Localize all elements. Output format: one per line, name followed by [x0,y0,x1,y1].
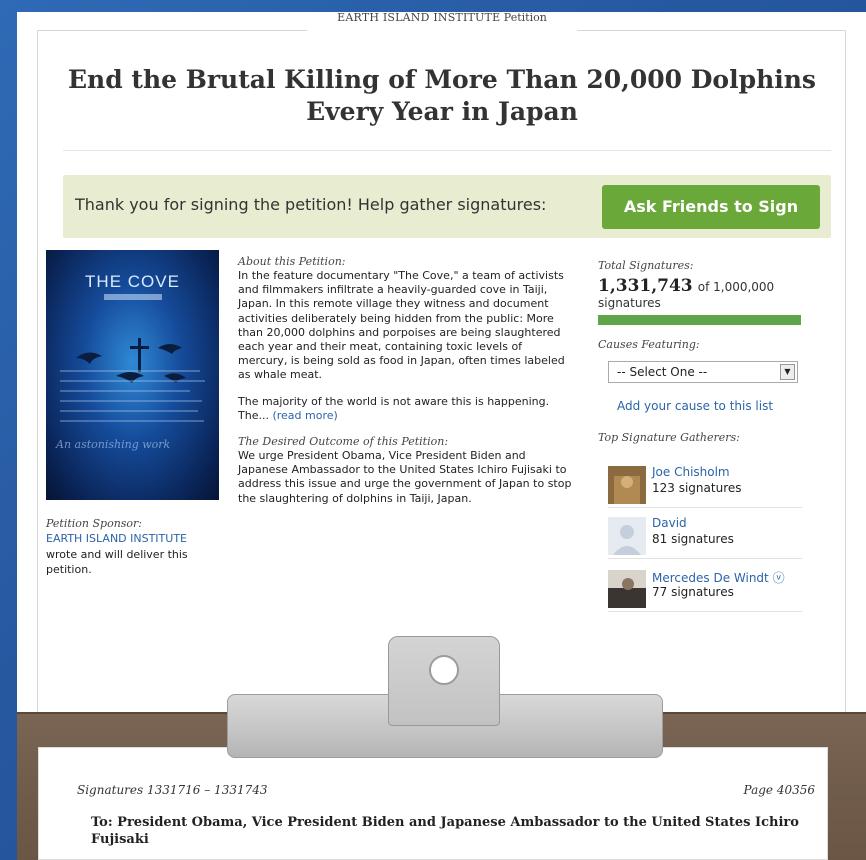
about-label: About this Petition: [238,255,346,268]
signature-sheet: Signatures 1331716 – 1331743 Page 40356 … [38,747,828,860]
gatherer-name[interactable]: David [652,516,687,530]
page-title: End the Brutal Killing of More Than 20,0… [67,65,816,126]
recipients: To: President Obama, Vice President Bide… [91,815,799,847]
ask-friends-button[interactable]: Ask Friends to Sign [602,185,820,229]
gatherer-item: Joe Chisholm 123 signatures [608,462,802,508]
total-signatures: 1,331,743 of 1,000,000 [598,276,803,296]
poster-text-line [60,410,198,412]
progress-fill [598,315,801,325]
page-number: Page 40356 [743,783,815,797]
clip-hole [429,655,459,685]
goal-text: of 1,000,000 [697,280,775,294]
poster-title: THE COVE [85,272,180,291]
signature-range: Signatures 1331716 – 1331743 [77,783,268,797]
sponsor-link[interactable]: EARTH ISLAND INSTITUTE [46,532,187,545]
cause-select[interactable]: -- Select One -- ▼ [608,361,798,383]
header-org: EARTH ISLAND INSTITUTE [337,11,501,24]
thanks-text: Thank you for signing the petition! Help… [75,195,547,214]
stats-column: Total Signatures: 1,331,743 of 1,000,000… [598,258,803,352]
gatherer-count: 77 signatures [652,585,734,599]
gatherer-name[interactable]: Joe Chisholm [652,465,730,479]
clipboard-clip-icon [388,636,500,726]
poster-subtitle-line [104,294,162,300]
total-signatures-label: Total Signatures: [598,259,694,272]
gatherer-item: David 81 signatures [608,513,802,559]
about-text-continued: The majority of the world is not aware t… [238,395,573,423]
divider [63,150,831,151]
site-header: EARTH ISLAND INSTITUTE Petition [307,12,577,32]
sponsor-description: wrote and will deliver this petition. [46,548,188,576]
header-suffix: Petition [503,11,547,24]
signature-progress-bar [598,315,801,325]
poster-text-line [60,370,200,372]
sponsor-label: Petition Sponsor: [46,517,143,530]
read-more-link[interactable]: (read more) [272,409,337,422]
outcome-text: We urge President Obama, Vice President … [238,449,572,505]
outcome-label: The Desired Outcome of this Petition: [238,435,449,449]
dolphin-silhouettes-icon [76,338,186,383]
causes-label: Causes Featuring: [598,338,700,351]
movie-poster-image: THE COVE An astonishing work [46,250,219,500]
petition-description: About this Petition: In the feature docu… [238,254,573,506]
gatherer-count: 81 signatures [652,532,734,546]
about-text: In the feature documentary "The Cove," a… [238,269,565,382]
gatherer-name[interactable]: Mercedes De Windt ⓥ [652,569,785,586]
avatar[interactable] [608,570,646,608]
poster-text-line [60,380,205,382]
gatherers-label: Top Signature Gatherers: [598,431,740,444]
gatherer-count: 123 signatures [652,481,742,495]
add-cause-link[interactable]: Add your cause to this list [617,399,773,413]
total-count: 1,331,743 [598,276,693,296]
avatar[interactable] [608,517,646,555]
poster-text-line [60,390,190,392]
signatures-word: signatures [598,296,661,310]
poster-tagline: An astonishing work [56,438,171,451]
chevron-down-icon[interactable]: ▼ [780,364,795,380]
gatherer-item: Mercedes De Windt ⓥ 77 signatures [608,566,802,612]
poster-text-line [60,420,204,422]
poster-text-line [60,400,202,402]
avatar[interactable] [608,466,646,504]
cause-select-value: -- Select One -- [617,365,708,379]
thanks-banner: Thank you for signing the petition! Help… [63,175,831,238]
